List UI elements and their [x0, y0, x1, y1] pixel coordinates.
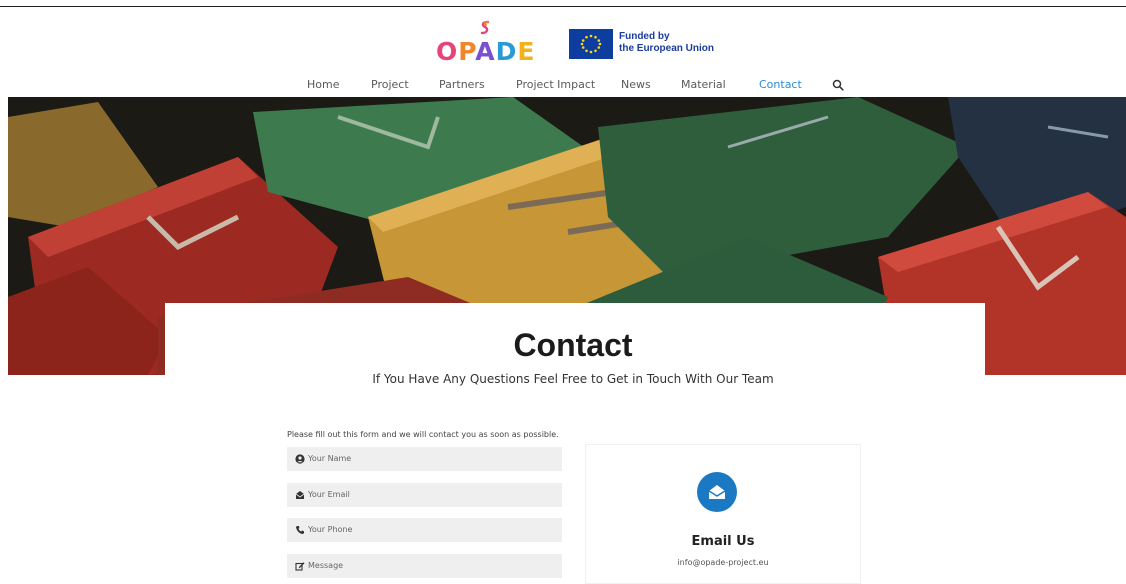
- logo-text: OPADE: [436, 37, 536, 66]
- nav-item-news[interactable]: News: [621, 78, 651, 91]
- message-placeholder: Message: [308, 561, 344, 570]
- phone-icon: [296, 526, 304, 534]
- nav-item-partners[interactable]: Partners: [439, 78, 485, 91]
- eu-flag-icon: [569, 29, 613, 59]
- email-field[interactable]: Your Email: [287, 483, 562, 507]
- nav-item-project[interactable]: Project: [371, 78, 409, 91]
- email-address-link[interactable]: info@opade-project.eu: [585, 558, 861, 567]
- name-field[interactable]: Your Name: [287, 447, 562, 471]
- page-subtitle: If You Have Any Questions Feel Free to G…: [372, 372, 774, 386]
- user-icon: [295, 454, 305, 464]
- email-icon-circle: [697, 472, 737, 512]
- form-intro-text: Please fill out this form and we will co…: [287, 430, 559, 439]
- page-title: Contact: [513, 327, 633, 363]
- nav-item-project-impact[interactable]: Project Impact: [516, 78, 595, 91]
- opade-logo[interactable]: OPADE: [436, 20, 534, 66]
- phone-field[interactable]: Your Phone: [287, 518, 562, 542]
- nav-item-material[interactable]: Material: [681, 78, 726, 91]
- email-placeholder: Your Email: [308, 490, 350, 499]
- eu-label-line2: the European Union: [619, 43, 714, 54]
- email-us-heading: Email Us: [691, 534, 755, 549]
- nav-item-home[interactable]: Home: [307, 78, 339, 91]
- eu-label-line1: Funded by: [619, 31, 670, 42]
- open-envelope-icon: [708, 485, 726, 499]
- eu-funding-label: Funded by the European Union: [619, 31, 714, 55]
- envelope-icon: [295, 491, 305, 499]
- edit-icon: [295, 562, 305, 571]
- top-border-line: [0, 6, 1126, 7]
- message-field[interactable]: Message: [287, 554, 562, 578]
- name-placeholder: Your Name: [308, 454, 352, 463]
- search-icon[interactable]: [832, 79, 844, 91]
- main-nav: Home Project Partners Project Impact New…: [0, 78, 1126, 92]
- logo-swirl-icon: [480, 20, 490, 35]
- phone-placeholder: Your Phone: [308, 525, 353, 534]
- nav-item-contact[interactable]: Contact: [759, 78, 802, 91]
